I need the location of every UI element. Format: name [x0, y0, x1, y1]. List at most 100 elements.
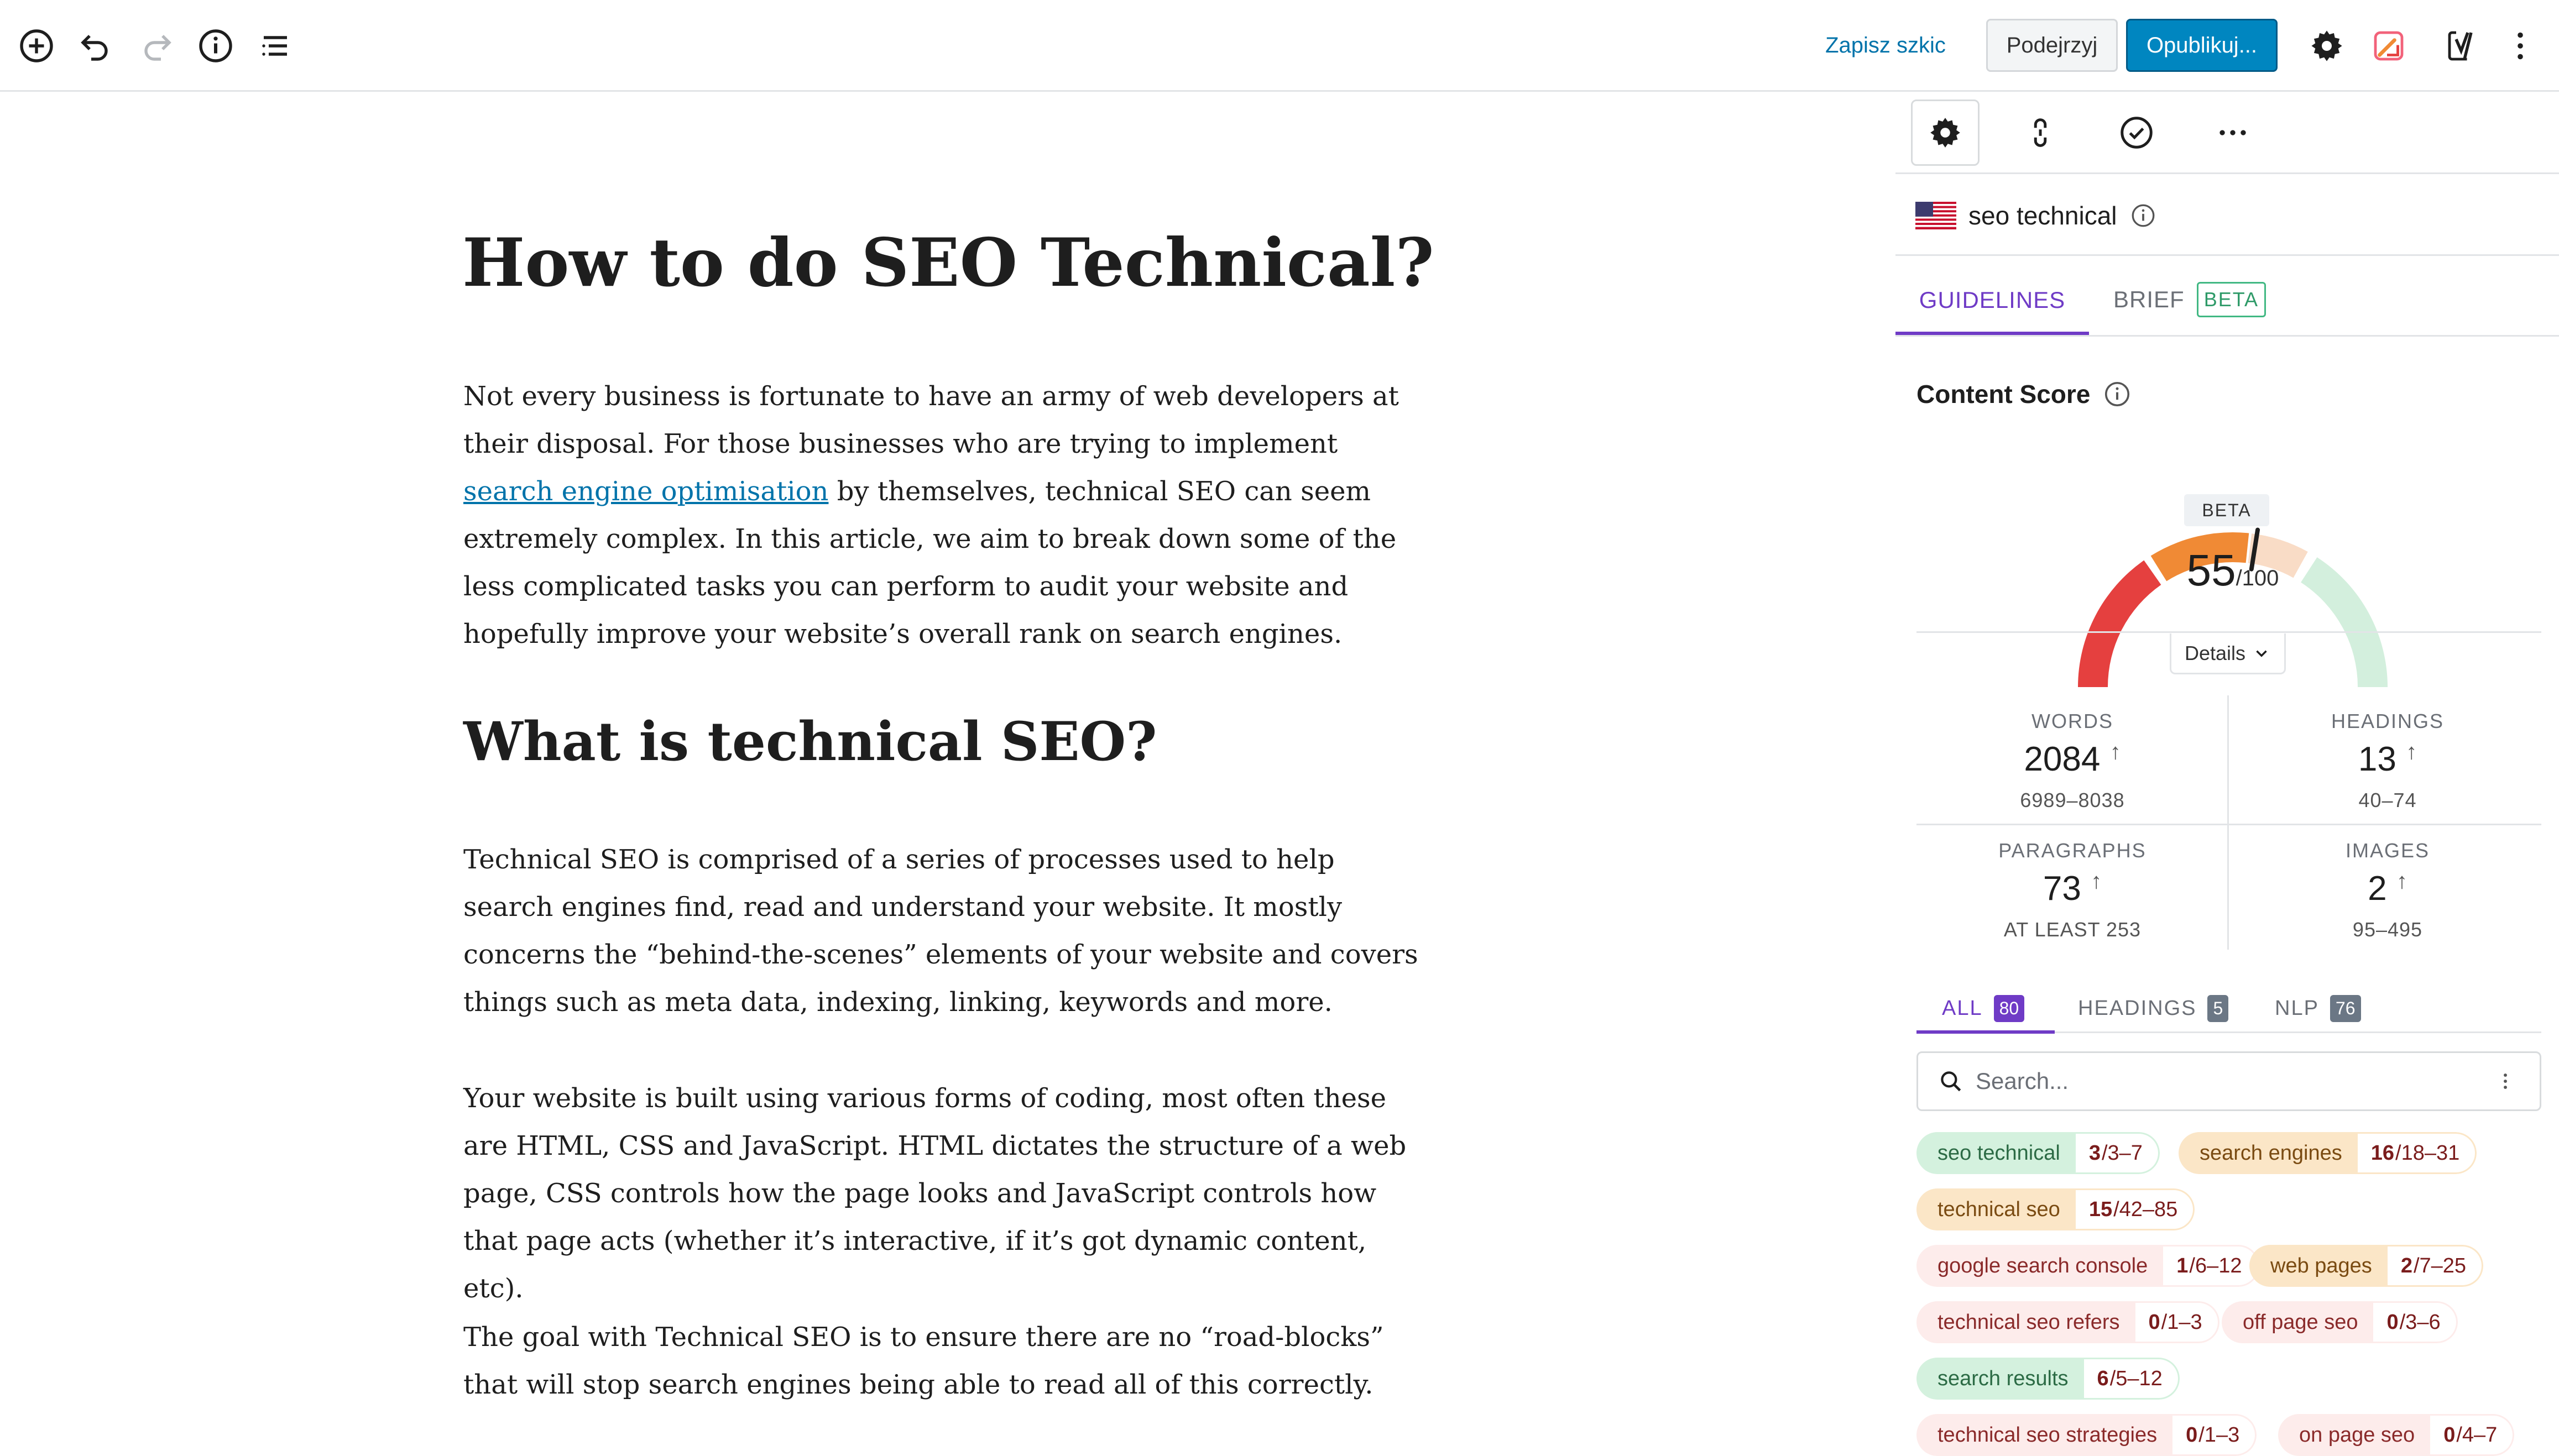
details-toggle[interactable]: Details: [2170, 633, 2286, 674]
us-flag-icon: [1915, 202, 1956, 229]
term-chip[interactable]: google search console 1/6–12: [1916, 1245, 2259, 1287]
divider: [1916, 631, 2541, 633]
divider: [1916, 824, 2541, 825]
tab-guidelines[interactable]: GUIDELINES: [1895, 269, 2089, 335]
check-circle-icon: [2121, 117, 2153, 149]
term-label: technical seo strategies: [1916, 1414, 2173, 1456]
redo-icon[interactable]: [136, 26, 176, 66]
arrow-up-icon: ↑: [2406, 740, 2417, 764]
heading-what-is-technical-seo[interactable]: What is technical SEO?: [463, 710, 1157, 773]
search-input[interactable]: [1975, 1067, 2474, 1095]
count-badge: 80: [1993, 994, 2025, 1022]
sidebar-tab-link[interactable]: [2006, 99, 2075, 166]
add-block-icon[interactable]: [17, 26, 56, 66]
details-label: Details: [2184, 641, 2246, 664]
term-label: search engines: [2179, 1132, 2358, 1174]
more-vertical-icon[interactable]: [2493, 1069, 2518, 1093]
filter-tab-nlp[interactable]: NLP 76: [2275, 986, 2361, 1030]
arrow-up-icon: ↑: [2396, 869, 2407, 893]
count-badge: 5: [2207, 994, 2229, 1022]
chevron-down-icon: [2256, 650, 2267, 657]
list-view-icon[interactable]: [255, 26, 295, 66]
sidebar-tab-settings[interactable]: [1911, 99, 1980, 166]
content-editor-sidebar: seo technical GUIDELINES BRIEF BETA Cont…: [1895, 92, 2559, 1456]
term-count: 3/3–7: [2075, 1132, 2160, 1174]
seo-link[interactable]: search engine optimisation: [463, 476, 828, 507]
divider: [2227, 695, 2229, 950]
term-count: 0/1–3: [2172, 1414, 2257, 1456]
term-count: 1/6–12: [2163, 1245, 2259, 1287]
term-count: 0/3–6: [2373, 1301, 2458, 1343]
term-label: technical seo: [1916, 1188, 2076, 1230]
yoast-plugin-icon[interactable]: [2443, 26, 2483, 66]
active-tab-indicator: [1916, 1030, 2055, 1034]
beta-badge: BETA: [2196, 282, 2266, 317]
term-chip[interactable]: technical seo strategies 0/1–3: [1916, 1414, 2257, 1456]
tab-brief-label: BRIEF: [2113, 286, 2185, 312]
undo-icon[interactable]: [76, 26, 116, 66]
publish-button[interactable]: Opublikuj...: [2126, 19, 2278, 72]
stat-words: WORDS 2084 ↑ 6989–8038: [2020, 710, 2125, 811]
term-count: 6/5–12: [2083, 1358, 2180, 1400]
arrow-up-icon: ↑: [2091, 869, 2102, 893]
term-chip[interactable]: seo technical 3/3–7: [1916, 1132, 2160, 1174]
paragraph-intro[interactable]: Not every business is fortunate to have …: [463, 373, 1425, 658]
term-count: 2/7–25: [2387, 1245, 2484, 1287]
more-options-icon[interactable]: [2500, 26, 2540, 66]
info-icon[interactable]: [2129, 202, 2157, 229]
term-count: 15/42–85: [2075, 1188, 2195, 1230]
term-label: google search console: [1916, 1245, 2164, 1287]
paragraph-goal[interactable]: The goal with Technical SEO is to ensure…: [463, 1313, 1425, 1408]
terms-search: [1916, 1051, 2541, 1111]
term-chip[interactable]: search results 6/5–12: [1916, 1358, 2180, 1400]
sidebar-tab-more[interactable]: [2198, 99, 2267, 166]
save-draft-button[interactable]: Zapisz szkic: [1814, 19, 1957, 72]
keyword-text: seo technical: [1968, 201, 2117, 230]
term-label: search results: [1916, 1358, 2084, 1400]
gauge-beta-badge: BETA: [2184, 494, 2269, 526]
filter-tab-all[interactable]: ALL 80: [1942, 986, 2025, 1030]
link-icon: [2034, 118, 2047, 147]
divider: [1895, 335, 2559, 337]
term-label: technical seo refers: [1916, 1301, 2135, 1343]
paragraph-definition[interactable]: Technical SEO is comprised of a series o…: [463, 836, 1425, 1026]
tab-brief[interactable]: BRIEF BETA: [2113, 272, 2266, 327]
stat-headings: HEADINGS 13 ↑ 40–74: [2331, 710, 2445, 811]
paragraph-coding[interactable]: Your website is built using various form…: [463, 1075, 1425, 1312]
editor-canvas: How to do SEO Technical? Not every busin…: [0, 92, 1895, 1452]
search-icon: [1941, 1071, 1961, 1092]
term-chip[interactable]: technical seo refers 0/1–3: [1916, 1301, 2219, 1343]
count-badge: 76: [2330, 994, 2361, 1022]
term-chip[interactable]: web pages 2/7–25: [2249, 1245, 2484, 1287]
gear-icon: [1930, 118, 1960, 148]
term-label: on page seo: [2278, 1414, 2431, 1456]
filter-tab-headings[interactable]: HEADINGS 5: [2078, 986, 2229, 1030]
more-horizontal-icon: [2219, 130, 2246, 135]
term-count: 0/4–7: [2430, 1414, 2515, 1456]
stat-images: IMAGES 2 ↑ 95–495: [2345, 839, 2430, 941]
term-count: 16/18–31: [2357, 1132, 2477, 1174]
term-label: seo technical: [1916, 1132, 2076, 1174]
term-label: off page seo: [2222, 1301, 2374, 1343]
divider: [1895, 172, 2559, 174]
keyword-header: seo technical: [1915, 193, 2157, 238]
editor-toolbar: Zapisz szkic Podejrzyj Opublikuj...: [0, 0, 2559, 92]
term-chip[interactable]: off page seo 0/3–6: [2222, 1301, 2458, 1343]
content-score-label: Content Score: [1916, 380, 2091, 408]
term-chip[interactable]: technical seo 15/42–85: [1916, 1188, 2195, 1230]
info-icon[interactable]: [2102, 379, 2132, 409]
content-score-value: 55/100: [2186, 546, 2279, 595]
post-title[interactable]: How to do SEO Technical?: [462, 223, 1434, 303]
info-icon[interactable]: [196, 26, 236, 66]
term-chip[interactable]: on page seo 0/4–7: [2278, 1414, 2515, 1456]
sidebar-tab-check[interactable]: [2102, 99, 2171, 166]
surfer-plugin-icon[interactable]: [2369, 26, 2409, 66]
preview-button[interactable]: Podejrzyj: [1986, 19, 2118, 72]
term-count: 0/1–3: [2135, 1301, 2219, 1343]
stat-paragraphs: PARAGRAPHS 73 ↑ AT LEAST 253: [1998, 839, 2147, 941]
divider: [1895, 254, 2559, 256]
settings-gear-icon[interactable]: [2307, 26, 2347, 66]
term-label: web pages: [2249, 1245, 2388, 1287]
arrow-up-icon: ↑: [2109, 740, 2121, 764]
term-chip[interactable]: search engines 16/18–31: [2179, 1132, 2477, 1174]
